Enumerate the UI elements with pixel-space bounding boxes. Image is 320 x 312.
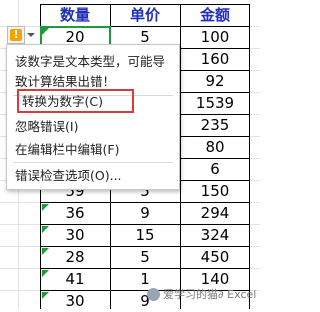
menu-separator — [13, 162, 173, 163]
cell-quantity[interactable]: 30 — [40, 224, 110, 246]
cell-unit-price[interactable]: 15 — [110, 224, 180, 246]
cell-amount[interactable]: 324 — [180, 224, 250, 246]
cell-amount[interactable]: 160 — [180, 48, 250, 70]
cell-amount[interactable]: 80 — [180, 136, 250, 158]
watermark-logo-icon — [147, 288, 160, 301]
cell-amount[interactable]: 1539 — [180, 92, 250, 114]
header-unit-price[interactable]: 单价 — [110, 4, 180, 26]
error-indicator-triangle — [42, 248, 49, 255]
dropdown-arrow-icon — [27, 33, 35, 37]
error-indicator-triangle — [42, 292, 49, 299]
error-indicator-triangle — [42, 226, 49, 233]
watermark-text: 爱学习的猫∂ Excel — [163, 288, 257, 301]
error-indicator-triangle — [42, 270, 49, 277]
menu-item-edit-in-formula-bar[interactable]: 在编辑栏中编辑(F) — [15, 140, 119, 160]
cell-quantity[interactable]: 28 — [40, 246, 110, 268]
watermark: 爱学习的猫∂ Excel — [147, 286, 257, 304]
error-indicator-triangle — [42, 204, 49, 211]
header-quantity[interactable]: 数量 — [40, 4, 110, 26]
cell-amount[interactable]: 150 — [180, 180, 250, 202]
cell-amount[interactable]: 450 — [180, 246, 250, 268]
cell-amount[interactable]: 6 — [180, 158, 250, 180]
error-message: 该数字是文本类型，可能导致计算结果出错！ — [15, 54, 166, 89]
cell-quantity[interactable]: 36 — [40, 202, 110, 224]
menu-item-convert-to-number[interactable]: 转换为数字(C) — [22, 92, 103, 112]
menu-item-ignore-error[interactable]: 忽略错误(I) — [15, 117, 78, 137]
menu-item-error-checking-options[interactable]: 错误检查选项(O)... — [15, 166, 122, 186]
error-options-menu: 该数字是文本类型，可能导致计算结果出错！ 转换为数字(C) 忽略错误(I) 在编… — [6, 44, 180, 190]
cell-amount[interactable]: 100 — [180, 26, 250, 48]
cell-unit-price[interactable]: 9 — [110, 202, 180, 224]
error-indicator-triangle — [42, 28, 49, 35]
header-amount[interactable]: 金额 — [180, 4, 250, 26]
error-options-button[interactable]: ! — [7, 26, 35, 44]
cell-quantity[interactable]: 41 — [40, 268, 110, 290]
cell-unit-price[interactable]: 5 — [110, 246, 180, 268]
cell-amount[interactable]: 235 — [180, 114, 250, 136]
cell-amount[interactable]: 92 — [180, 70, 250, 92]
cell-amount[interactable]: 294 — [180, 202, 250, 224]
